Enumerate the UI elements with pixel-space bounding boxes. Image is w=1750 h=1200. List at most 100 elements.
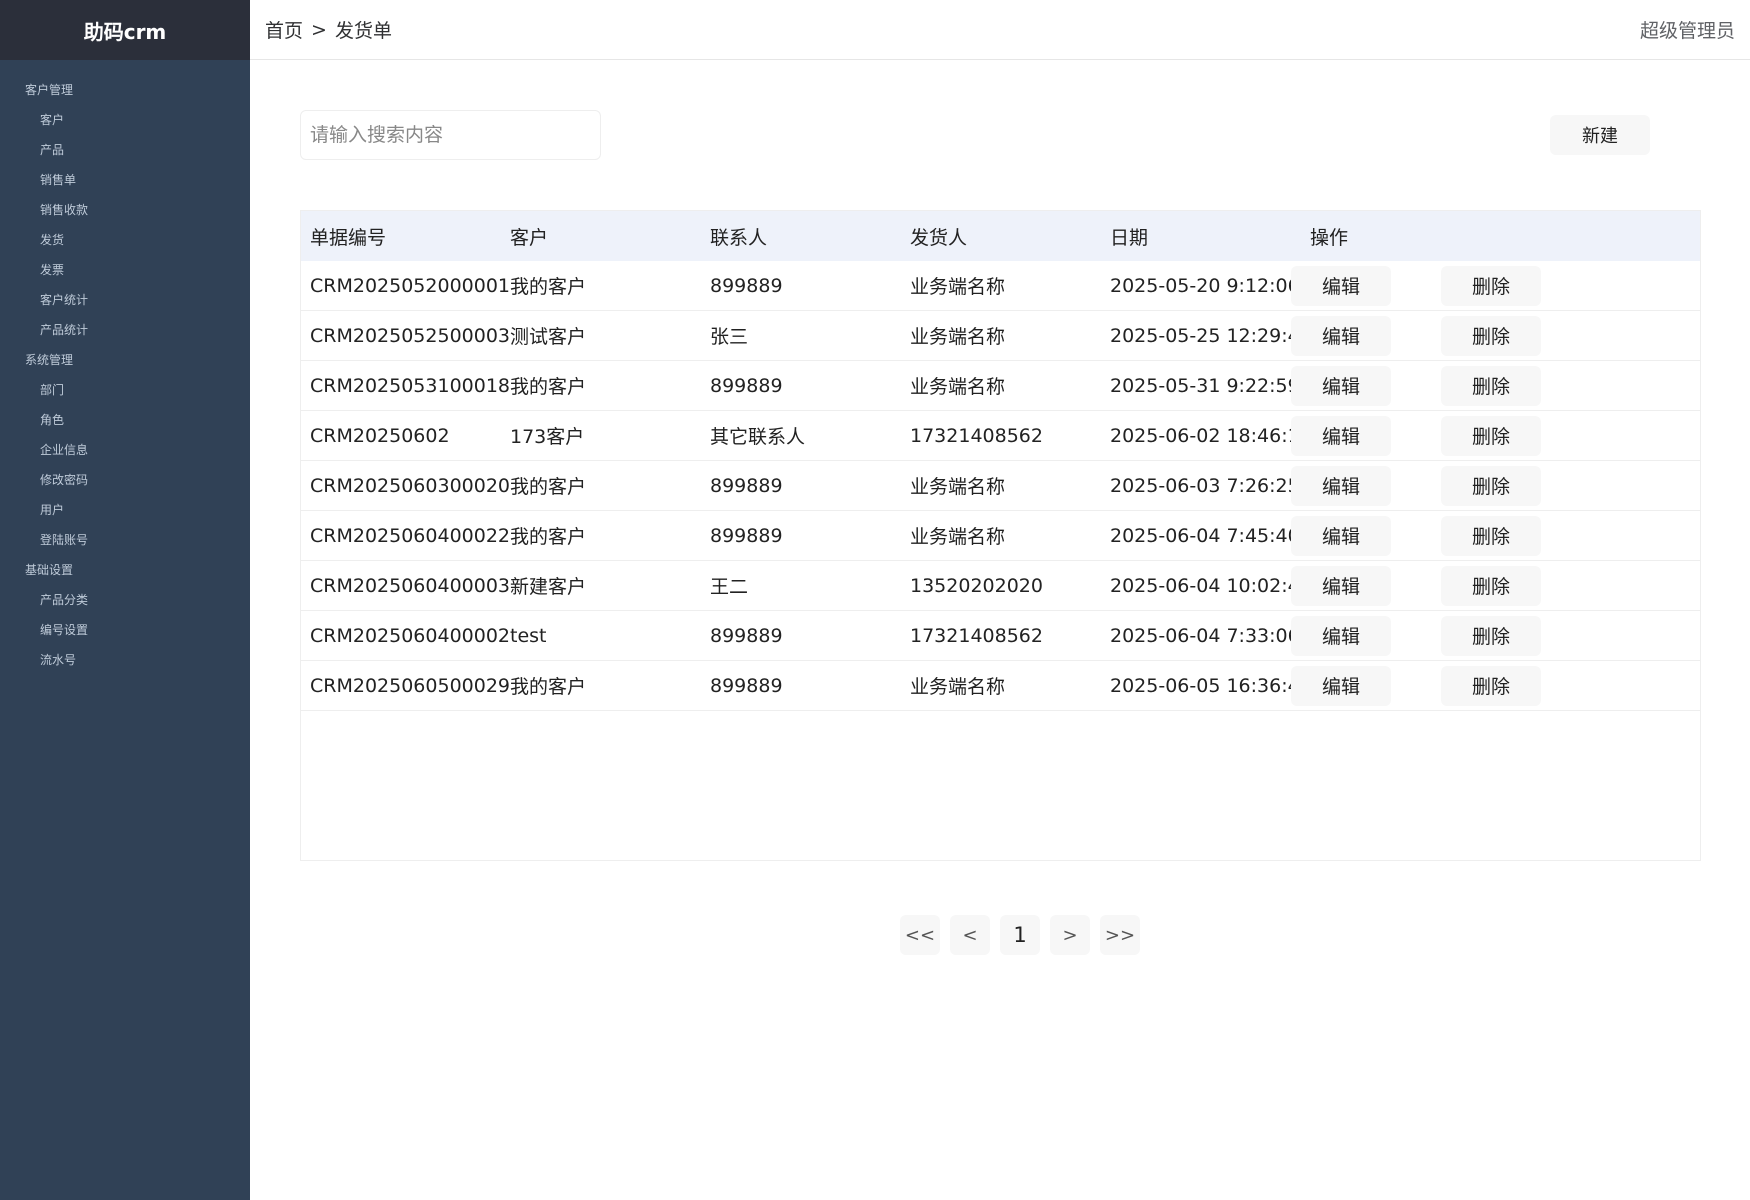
delete-button[interactable]: 删除 [1441, 615, 1541, 656]
delete-button[interactable]: 删除 [1441, 315, 1541, 356]
menu-item-sales-receipt[interactable]: 销售收款 [0, 195, 250, 225]
cell-customer: test [510, 624, 547, 647]
cell-shipper: 业务端名称 [910, 326, 1006, 348]
cell-doc-number: CRM2025053100018 [310, 374, 511, 397]
pagination: << < 1 > >> [900, 915, 1140, 955]
cell-customer: 我的客户 [510, 276, 587, 298]
menu-item-serial-number[interactable]: 流水号 [0, 645, 250, 675]
menu-item-user[interactable]: 用户 [0, 495, 250, 525]
menu-item-shipment[interactable]: 发货 [0, 225, 250, 255]
menu-group-system[interactable]: 系统管理 [0, 345, 250, 375]
cell-customer: 我的客户 [510, 476, 587, 498]
breadcrumb: 首页 > 发货单 [265, 16, 392, 43]
cell-date: 2025-06-04 10:02:4 [1110, 574, 1291, 597]
cell-date: 2025-05-31 9:22:59 [1110, 374, 1291, 397]
breadcrumb-home[interactable]: 首页 [265, 16, 303, 43]
toolbar: 新建 [300, 110, 1701, 160]
search-input[interactable] [300, 110, 601, 160]
cell-contact: 其它联系人 [710, 426, 806, 448]
current-page-button[interactable]: 1 [1000, 915, 1040, 955]
cell-contact: 899889 [710, 374, 783, 397]
menu-item-login-account[interactable]: 登陆账号 [0, 525, 250, 555]
prev-page-button[interactable]: < [950, 915, 990, 955]
menu-group-basic-settings[interactable]: 基础设置 [0, 555, 250, 585]
row-actions: 编辑 删除 [1291, 515, 1541, 556]
column-header-customer: 客户 [510, 226, 549, 249]
cell-customer: 我的客户 [510, 376, 587, 398]
cell-contact: 899889 [710, 524, 783, 547]
cell-contact: 张三 [710, 326, 749, 348]
menu-item-number-settings[interactable]: 编号设置 [0, 615, 250, 645]
row-actions: 编辑 删除 [1291, 265, 1541, 306]
table-row: CRM2025053100018 我的客户 899889 业务端名称 2025-… [301, 361, 1700, 411]
table-row: CRM2025060400003 新建客户 王二 13520202020 202… [301, 561, 1700, 611]
edit-button[interactable]: 编辑 [1291, 265, 1391, 306]
cell-shipper: 业务端名称 [910, 376, 1006, 398]
column-header-doc-number: 单据编号 [310, 226, 387, 249]
table-row: CRM2025060500029 我的客户 899889 业务端名称 2025-… [301, 661, 1700, 711]
menu-item-invoice[interactable]: 发票 [0, 255, 250, 285]
edit-button[interactable]: 编辑 [1291, 365, 1391, 406]
cell-date: 2025-05-25 12:29:4 [1110, 324, 1291, 347]
cell-customer: 新建客户 [510, 576, 587, 598]
cell-doc-number: CRM2025052500003 [310, 324, 511, 347]
delete-button[interactable]: 删除 [1441, 265, 1541, 306]
menu-item-role[interactable]: 角色 [0, 405, 250, 435]
cell-contact: 899889 [710, 624, 783, 647]
menu-item-customer[interactable]: 客户 [0, 105, 250, 135]
menu-item-company-info[interactable]: 企业信息 [0, 435, 250, 465]
edit-button[interactable]: 编辑 [1291, 565, 1391, 606]
edit-button[interactable]: 编辑 [1291, 515, 1391, 556]
current-user[interactable]: 超级管理员 [1640, 16, 1735, 43]
menu-item-product-category[interactable]: 产品分类 [0, 585, 250, 615]
menu-item-customer-stats[interactable]: 客户统计 [0, 285, 250, 315]
last-page-button[interactable]: >> [1100, 915, 1140, 955]
next-page-button[interactable]: > [1050, 915, 1090, 955]
table-row: CRM2025052500003 测试客户 张三 业务端名称 2025-05-2… [301, 311, 1700, 361]
first-page-button[interactable]: << [900, 915, 940, 955]
delete-button[interactable]: 删除 [1441, 415, 1541, 456]
menu-item-product-stats[interactable]: 产品统计 [0, 315, 250, 345]
column-header-date: 日期 [1110, 226, 1149, 249]
cell-doc-number: CRM20250602 [310, 424, 450, 447]
column-header-contact: 联系人 [710, 226, 768, 249]
row-actions: 编辑 删除 [1291, 465, 1541, 506]
sidebar-menu: 客户管理 客户 产品 销售单 销售收款 发货 发票 客户统计 产品统计 系统管理… [0, 60, 250, 675]
cell-contact: 899889 [710, 274, 783, 297]
edit-button[interactable]: 编辑 [1291, 415, 1391, 456]
cell-customer: 我的客户 [510, 526, 587, 548]
edit-button[interactable]: 编辑 [1291, 615, 1391, 656]
cell-doc-number: CRM2025060400022 [310, 524, 511, 547]
cell-shipper: 17321408562 [910, 424, 1043, 447]
new-button[interactable]: 新建 [1550, 115, 1650, 155]
cell-date: 2025-06-02 18:46:1 [1110, 424, 1291, 447]
breadcrumb-separator: > [311, 18, 327, 41]
brand-logo[interactable]: 助码crm [0, 0, 250, 60]
menu-item-product[interactable]: 产品 [0, 135, 250, 165]
cell-doc-number: CRM2025060400003 [310, 574, 511, 597]
table-header: 单据编号 客户 联系人 发货人 日期 操作 [301, 211, 1700, 261]
breadcrumb-current: 发货单 [334, 20, 392, 42]
delete-button[interactable]: 删除 [1441, 365, 1541, 406]
delete-button[interactable]: 删除 [1441, 665, 1541, 706]
cell-customer: 我的客户 [510, 676, 587, 698]
cell-customer: 测试客户 [510, 326, 587, 348]
cell-contact: 899889 [710, 474, 783, 497]
edit-button[interactable]: 编辑 [1291, 315, 1391, 356]
menu-group-customer[interactable]: 客户管理 [0, 75, 250, 105]
menu-item-department[interactable]: 部门 [0, 375, 250, 405]
cell-customer: 173客户 [510, 426, 585, 448]
column-header-shipper: 发货人 [910, 226, 968, 249]
delete-button[interactable]: 删除 [1441, 515, 1541, 556]
menu-item-sales-order[interactable]: 销售单 [0, 165, 250, 195]
edit-button[interactable]: 编辑 [1291, 665, 1391, 706]
cell-contact: 王二 [710, 576, 749, 598]
delete-button[interactable]: 删除 [1441, 565, 1541, 606]
row-actions: 编辑 删除 [1291, 365, 1541, 406]
delete-button[interactable]: 删除 [1441, 465, 1541, 506]
menu-item-change-password[interactable]: 修改密码 [0, 465, 250, 495]
edit-button[interactable]: 编辑 [1291, 465, 1391, 506]
table-row: CRM2025052000001 我的客户 899889 业务端名称 2025-… [301, 261, 1700, 311]
table-row: CRM2025060400002 test 899889 17321408562… [301, 611, 1700, 661]
cell-shipper: 13520202020 [910, 574, 1043, 597]
